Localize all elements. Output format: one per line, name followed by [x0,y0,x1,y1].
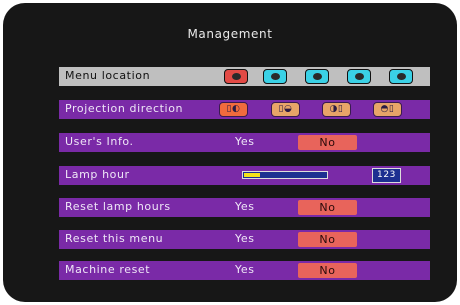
reset-this-menu-label: Reset this menu [65,232,164,245]
projection-direction-label: Projection direction [65,102,184,115]
yes-option[interactable]: Yes [235,263,255,276]
rear-ceiling-icon[interactable]: ◓▯ [373,102,402,117]
row-reset-lamp-hours[interactable]: Reset lamp hours Yes No [59,198,430,217]
no-button[interactable]: No [298,232,357,247]
row-reset-this-menu[interactable]: Reset this menu Yes No [59,230,430,249]
osd-panel: Management Menu location Projection dire… [3,3,457,302]
lamp-hour-bar-fill [244,173,260,177]
position-top-right-icon[interactable] [305,69,329,84]
machine-reset-label: Machine reset [65,263,151,276]
no-button[interactable]: No [298,263,357,278]
lamp-hour-bar [242,171,328,179]
lamp-hour-value: 123 [372,168,401,183]
position-bottom-right-icon[interactable] [389,69,413,84]
menu-location-label: Menu location [65,69,151,82]
users-info-label: User's Info. [65,135,134,148]
front-ceiling-icon[interactable]: ▯◒ [271,102,300,117]
menu-title: Management [187,27,273,41]
no-button[interactable]: No [298,200,357,215]
no-button[interactable]: No [298,135,357,150]
yes-option[interactable]: Yes [235,232,255,245]
position-top-left-icon[interactable] [263,69,287,84]
row-users-info[interactable]: User's Info. Yes No [59,133,430,152]
yes-option[interactable]: Yes [235,200,255,213]
front-desktop-icon[interactable]: ▯◐ [219,102,248,117]
position-center-icon[interactable] [224,69,248,84]
rear-desktop-icon[interactable]: ◑▯ [322,102,351,117]
row-lamp-hour: Lamp hour 123 [59,166,430,185]
lamp-hour-label: Lamp hour [65,168,130,181]
row-projection-direction[interactable]: Projection direction ▯◐ ▯◒ ◑▯ ◓▯ [59,100,430,119]
yes-option[interactable]: Yes [235,135,255,148]
row-menu-location[interactable]: Menu location [59,67,430,86]
row-machine-reset[interactable]: Machine reset Yes No [59,261,430,280]
position-bottom-left-icon[interactable] [347,69,371,84]
reset-lamp-hours-label: Reset lamp hours [65,200,171,213]
